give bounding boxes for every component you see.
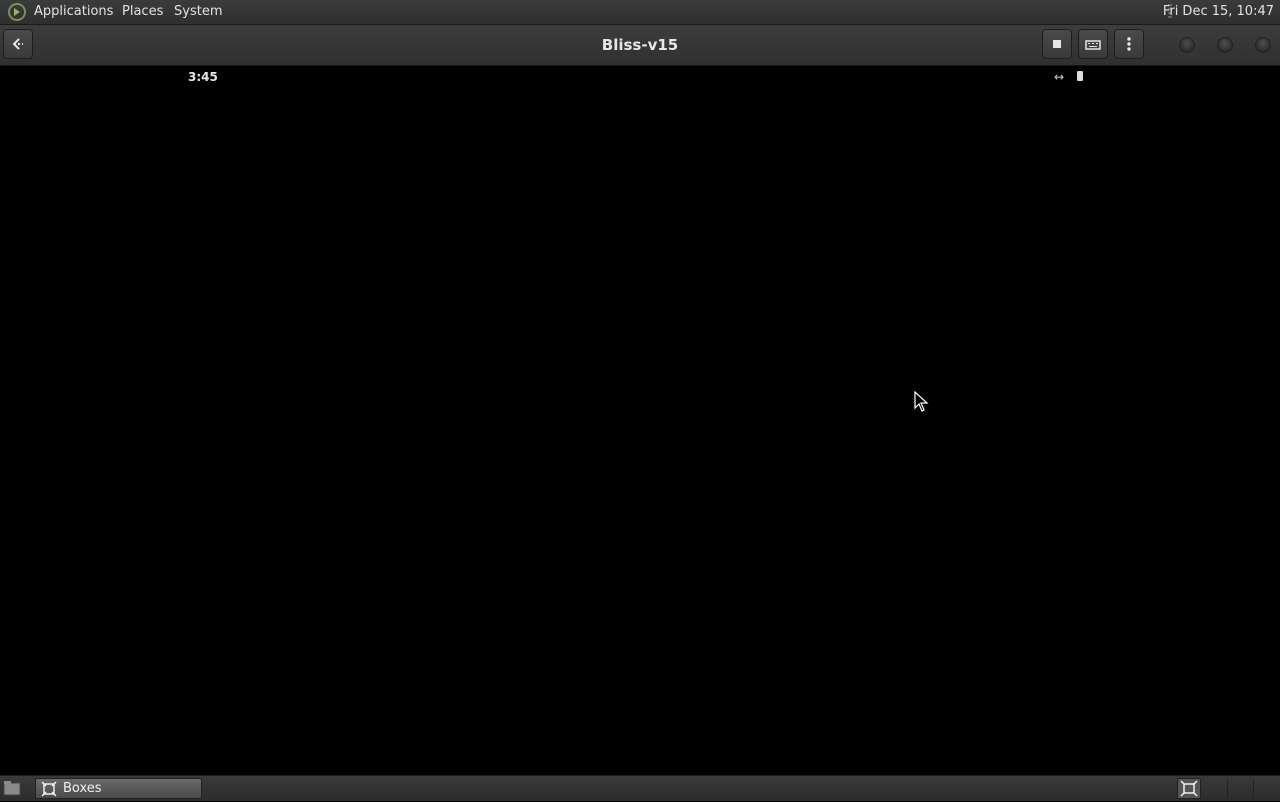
distro-logo-icon[interactable]: [7, 2, 27, 22]
header-bar: Bliss-v15: [0, 25, 1280, 66]
menu-button[interactable]: [1114, 29, 1144, 59]
back-arrow-icon: [12, 38, 23, 50]
clock[interactable]: Fri Dec 15, 10:47: [1163, 4, 1274, 19]
menu-places[interactable]: Places: [122, 4, 163, 19]
maximize-button[interactable]: [1217, 37, 1233, 53]
tray-separator: [1227, 779, 1228, 798]
tray-separator: [1253, 779, 1254, 798]
show-desktop-icon[interactable]: [3, 780, 21, 796]
close-button[interactable]: [1255, 37, 1271, 53]
boxes-app-icon: [41, 781, 57, 797]
kebab-menu-icon: [1127, 37, 1131, 51]
stop-icon: [1053, 40, 1061, 48]
minimize-button[interactable]: [1179, 37, 1195, 53]
vm-network-status-icon: ↔: [1054, 70, 1065, 84]
back-button[interactable]: [3, 29, 33, 59]
vm-status-time: 3:45: [188, 70, 218, 84]
taskbar-item-boxes[interactable]: Boxes: [35, 778, 202, 799]
taskbar-item-label: Boxes: [63, 781, 102, 796]
keyboard-icon: [1085, 40, 1101, 50]
menu-system[interactable]: System: [174, 4, 222, 19]
vm-battery-icon: [1077, 71, 1083, 81]
vm-display[interactable]: 3:45 ↔: [0, 66, 1280, 774]
bottom-panel: Boxes: [0, 775, 1280, 801]
menu-applications[interactable]: Applications: [34, 4, 113, 19]
send-keys-button[interactable]: [1078, 29, 1108, 59]
mouse-pointer-icon: [914, 391, 929, 412]
stop-button[interactable]: [1042, 29, 1072, 59]
boxes-tray-icon: [1180, 780, 1198, 797]
top-panel: Applications Places System Fri Dec 15, 1…: [0, 0, 1280, 25]
workspace-switcher[interactable]: [1177, 778, 1201, 799]
